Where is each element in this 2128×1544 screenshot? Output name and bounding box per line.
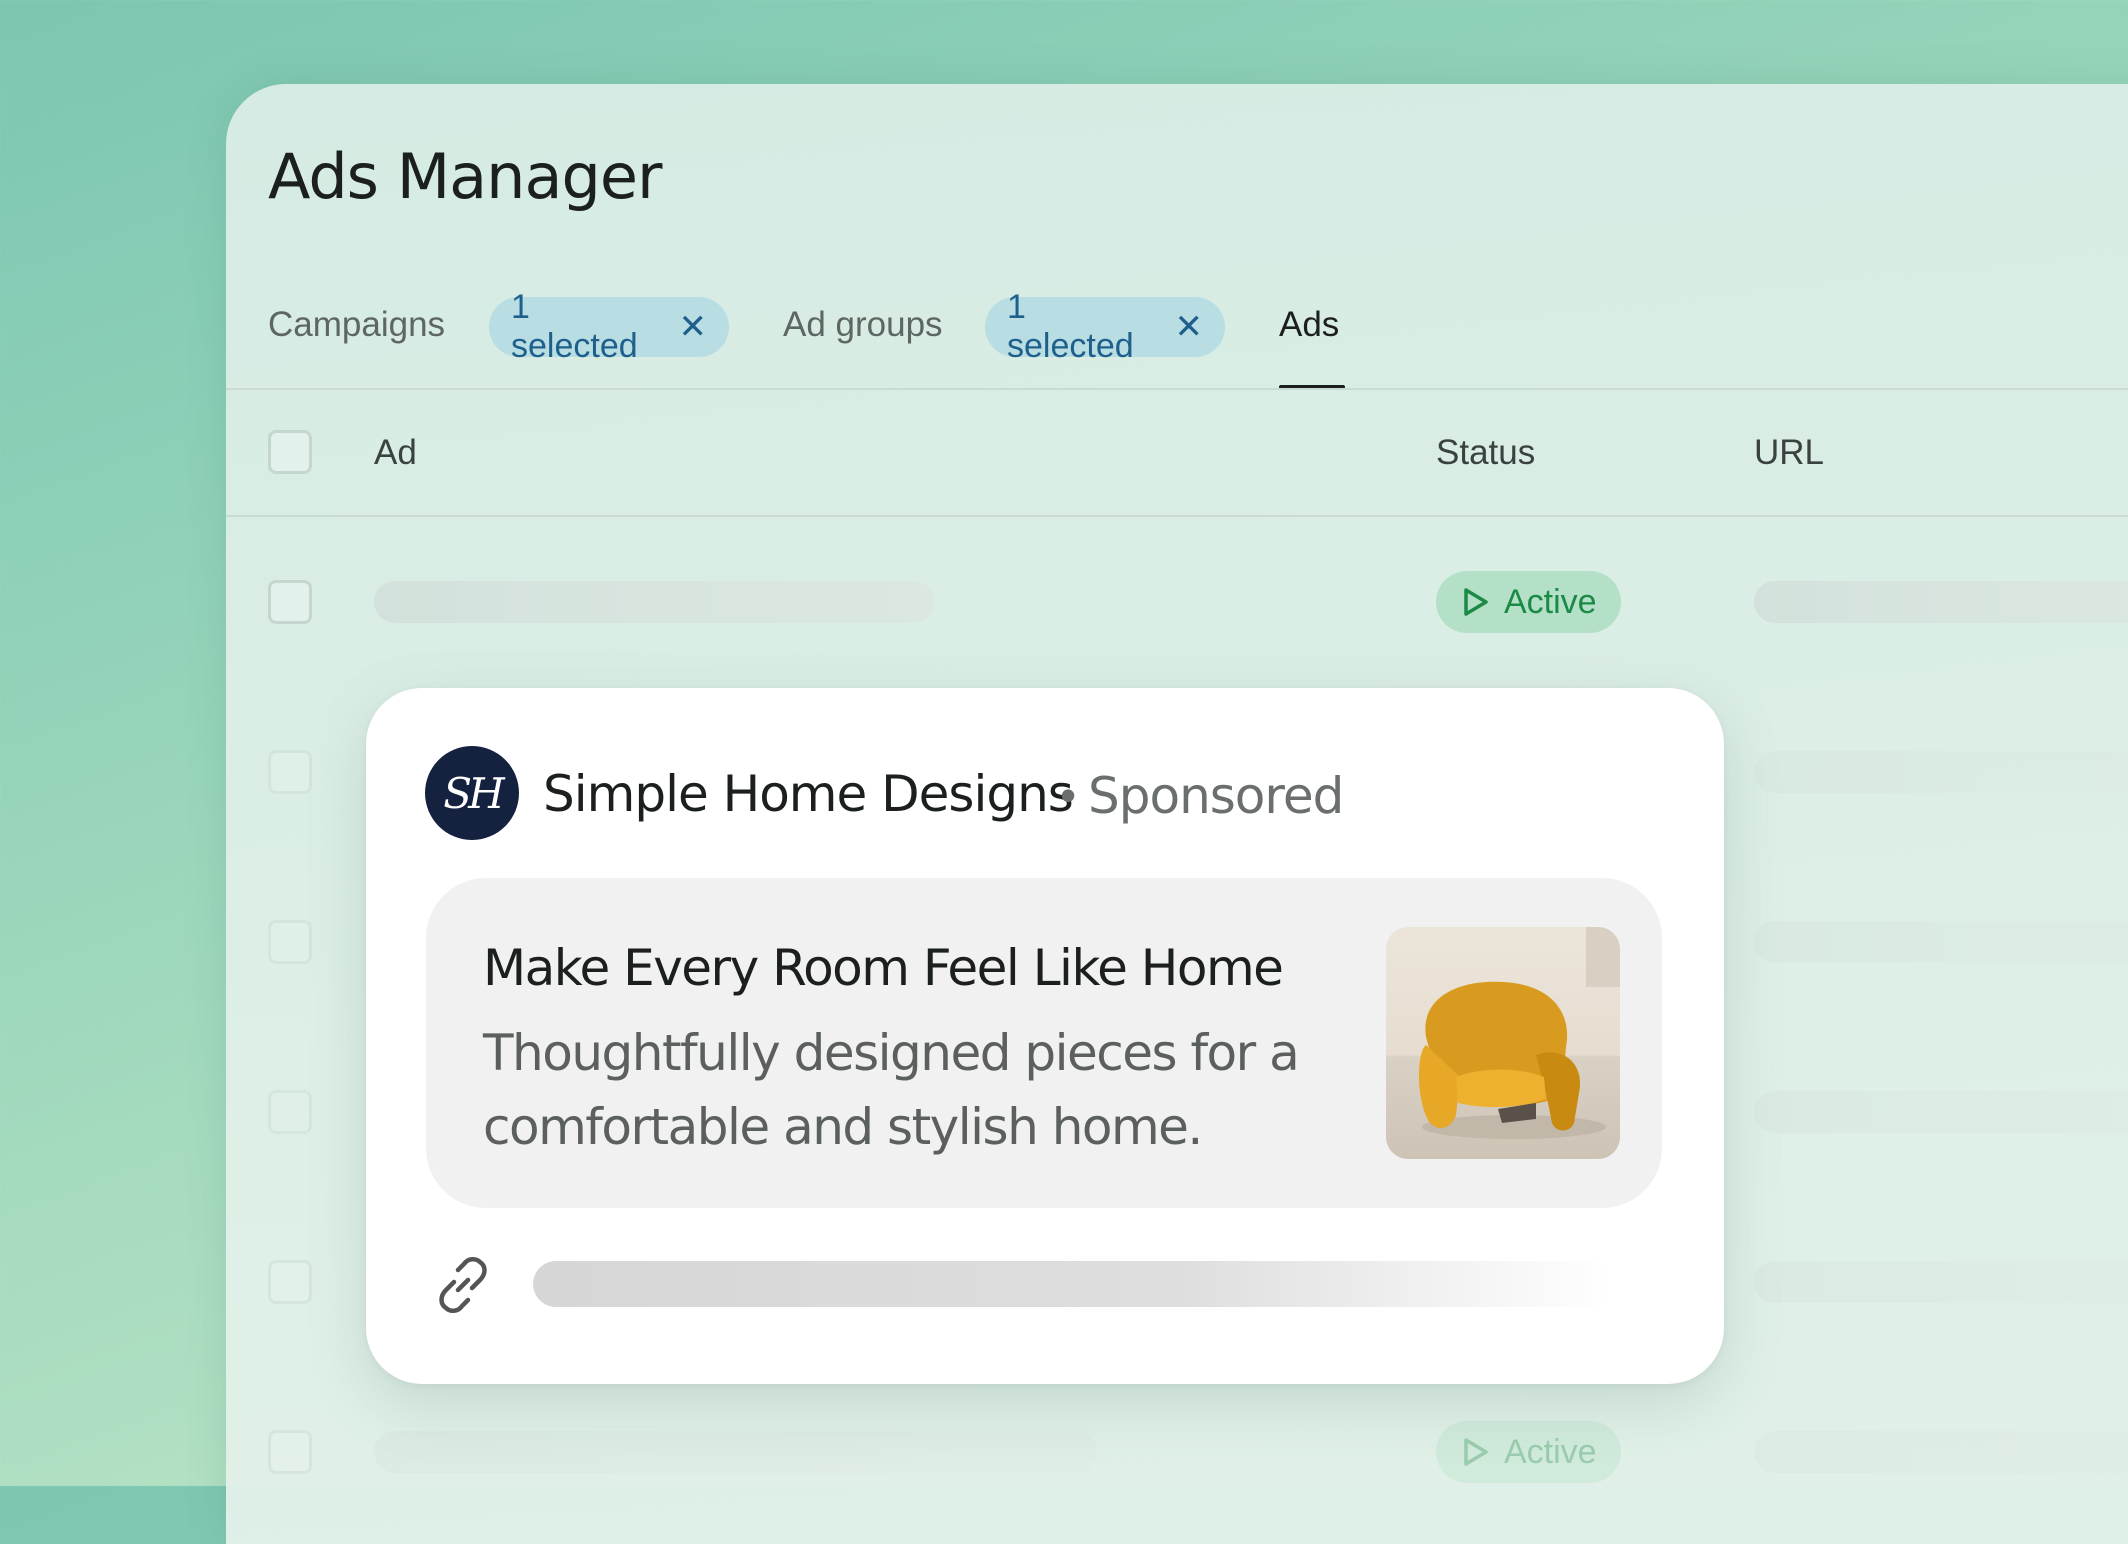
status-badge: Active: [1436, 1421, 1621, 1483]
row-checkbox[interactable]: [268, 750, 312, 794]
url-placeholder: [1754, 581, 2128, 623]
campaigns-selected-chip[interactable]: 1 selected ✕: [489, 288, 729, 365]
play-icon: [1464, 1438, 1488, 1466]
select-all-checkbox[interactable]: [268, 430, 312, 474]
row-checkbox[interactable]: [268, 1260, 312, 1304]
column-header-ad[interactable]: Ad: [374, 433, 417, 473]
armchair-image: [1418, 927, 1620, 1139]
play-icon: [1464, 588, 1488, 616]
url-placeholder: [1754, 1431, 2128, 1473]
ad-groups-selected-chip[interactable]: 1 selected ✕: [985, 288, 1225, 365]
url-placeholder: [1754, 1091, 2128, 1133]
tab-ads[interactable]: Ads: [1279, 305, 1339, 345]
chip-label: 1 selected: [511, 288, 638, 365]
row-checkbox[interactable]: [268, 580, 312, 624]
status-label: Active: [1504, 582, 1597, 621]
row-checkbox[interactable]: [268, 920, 312, 964]
ad-description: Thoughtfully designed pieces for a comfo…: [483, 1024, 1300, 1156]
tabs-divider: [226, 388, 2128, 390]
url-placeholder: [1754, 751, 2128, 793]
chain-link-svg: [439, 1257, 487, 1313]
ad-name-placeholder: [374, 581, 934, 623]
tab-campaigns[interactable]: Campaigns: [268, 305, 445, 345]
clear-ad-groups-icon[interactable]: ✕: [1175, 307, 1204, 347]
header-divider: [226, 515, 2128, 517]
url-placeholder: [1754, 1261, 2128, 1303]
row-checkbox[interactable]: [268, 1090, 312, 1134]
tab-ad-groups[interactable]: Ad groups: [783, 305, 943, 345]
chip-label: 1 selected: [1007, 288, 1134, 365]
column-header-status[interactable]: Status: [1436, 433, 1535, 473]
link-icon[interactable]: [430, 1252, 496, 1323]
ad-image-armchair: [1386, 927, 1620, 1159]
page-title: Ads Manager: [268, 140, 662, 213]
status-label: Active: [1504, 1432, 1597, 1471]
row-checkbox[interactable]: [268, 1430, 312, 1474]
url-placeholder: [1754, 921, 2128, 963]
separator-dot: •: [1060, 769, 1077, 821]
advertiser-name: Simple Home Designs: [543, 765, 1074, 823]
ad-name-placeholder: [374, 1431, 1097, 1473]
advertiser-avatar: SH: [425, 746, 519, 840]
column-header-url[interactable]: URL: [1754, 433, 1824, 473]
status-badge: Active: [1436, 571, 1621, 633]
sponsored-label: Sponsored: [1088, 767, 1344, 825]
ad-headline: Make Every Room Feel Like Home: [483, 939, 1284, 997]
ad-url-placeholder: [533, 1261, 1613, 1307]
clear-campaigns-icon[interactable]: ✕: [679, 307, 708, 347]
